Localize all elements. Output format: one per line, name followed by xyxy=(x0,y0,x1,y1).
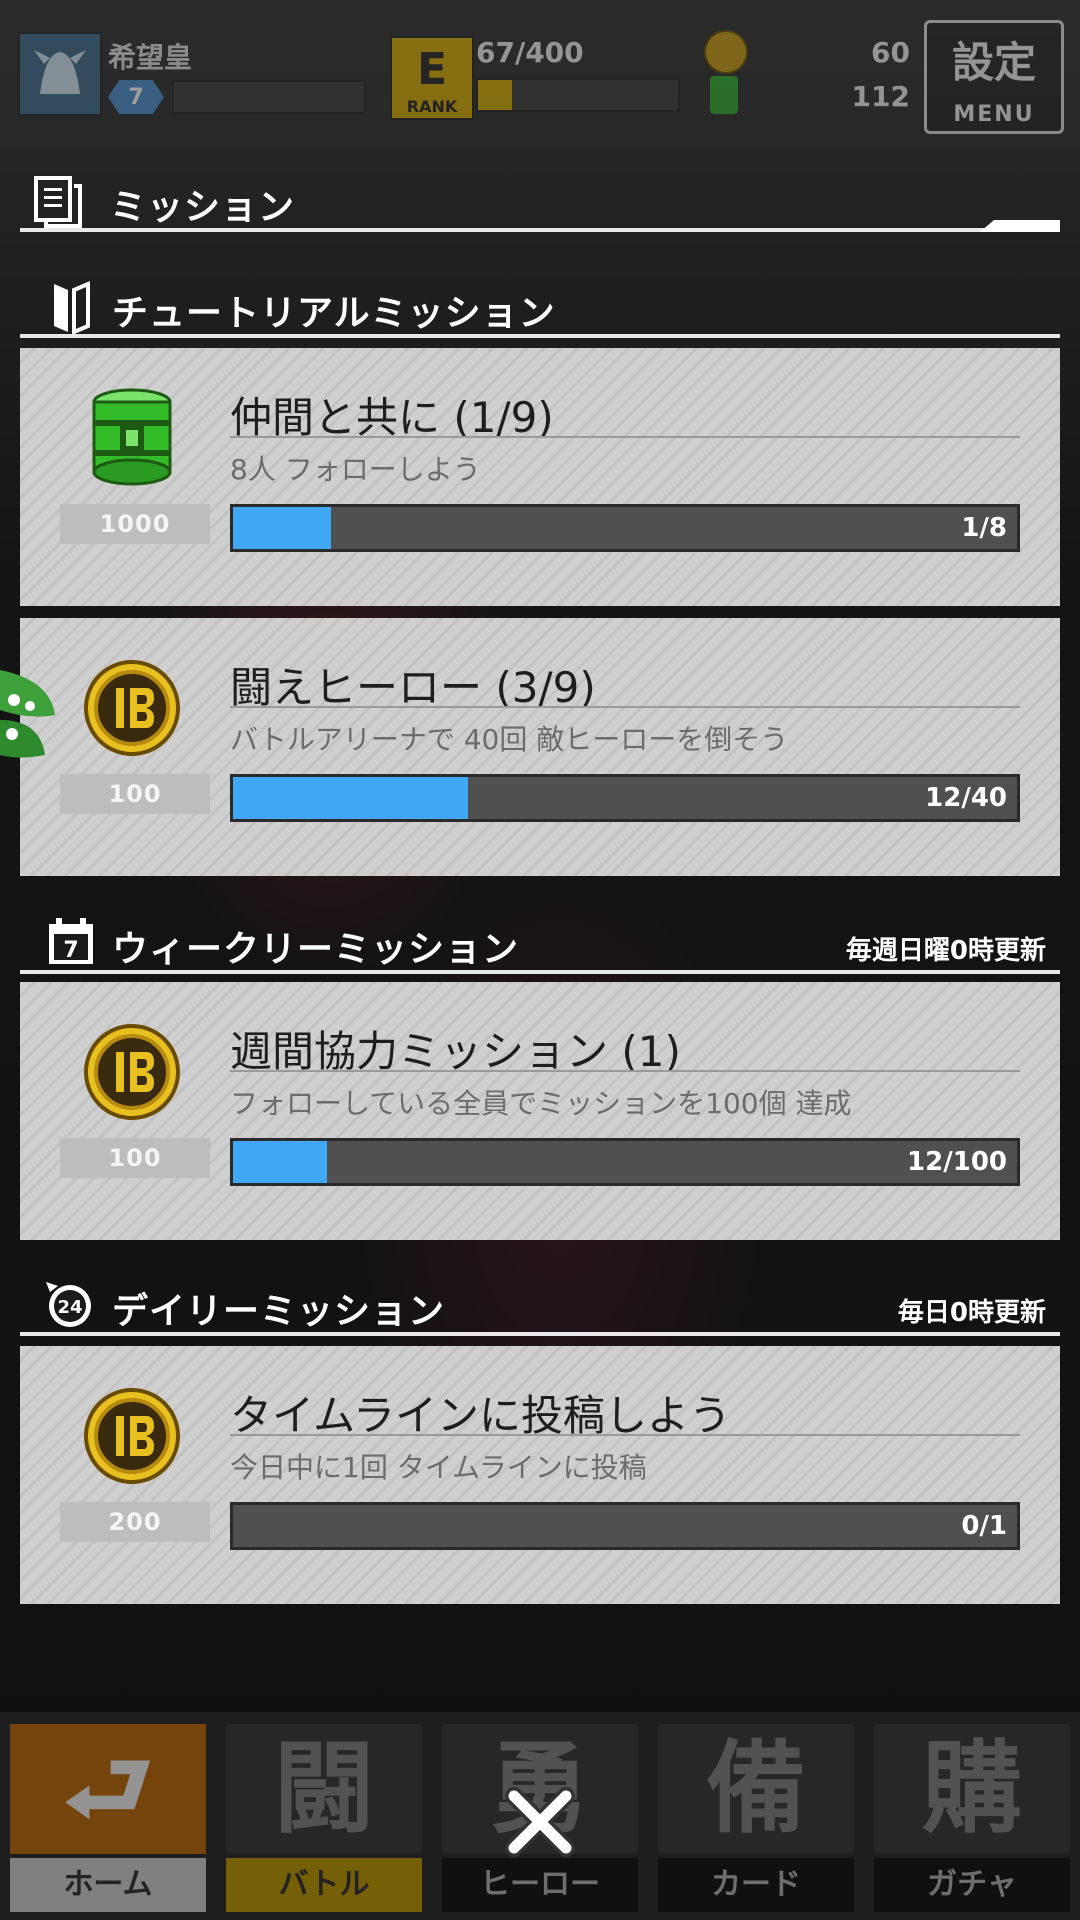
nav-home[interactable]: ⮐ ホーム xyxy=(0,1712,216,1920)
reward-amount: 200 xyxy=(60,1502,210,1542)
section-divider xyxy=(20,334,1060,338)
status-bar: 希望皇 7 E RANK 67/400 60 112 設定 MENU xyxy=(0,0,1080,148)
close-icon xyxy=(505,1787,575,1857)
green-can-icon xyxy=(710,76,738,114)
player-name: 希望皇 xyxy=(108,41,193,74)
level-badge: 7 xyxy=(108,80,164,114)
nav-label: ガチャ xyxy=(874,1858,1070,1912)
close-button[interactable] xyxy=(500,1782,580,1862)
hero-portrait-icon xyxy=(34,50,86,94)
progress-text: 12/40 xyxy=(925,783,1007,813)
mission-card[interactable]: 100 週間協力ミッション (1) フォローしている全員でミッションを100個 … xyxy=(20,982,1060,1240)
card-icon: 備 xyxy=(658,1724,854,1854)
rank-badge: E RANK xyxy=(390,36,474,120)
section-divider xyxy=(20,970,1060,974)
progress-text: 12/100 xyxy=(907,1147,1007,1177)
document-icon xyxy=(34,176,82,228)
mission-card[interactable]: 1000 仲間と共に (1/9) 8人 フォローしよう 1/8 xyxy=(20,348,1060,606)
gold-coin-icon xyxy=(82,1386,182,1486)
missions-title: ミッション xyxy=(110,187,296,228)
nav-label: バトル xyxy=(226,1858,422,1912)
header-divider xyxy=(20,228,1060,232)
reward-amount: 1000 xyxy=(60,504,210,544)
progress-fill xyxy=(233,1141,328,1183)
rank-label: RANK xyxy=(406,97,458,116)
mission-description: 今日中に1回 タイムラインに投稿 xyxy=(230,1451,647,1484)
title-underline xyxy=(230,706,1020,708)
missions-header: ミッション xyxy=(20,170,1060,236)
menu-button-label: 設定 xyxy=(951,38,1036,87)
progress-text: 1/8 xyxy=(961,513,1007,543)
calendar-icon: 7 xyxy=(49,918,93,964)
gold-coin-icon xyxy=(82,1022,182,1122)
progress-fill xyxy=(233,777,469,819)
mission-description: 8人 フォローしよう xyxy=(230,453,481,486)
mission-progress-bar: 1/8 xyxy=(230,504,1020,552)
title-underline xyxy=(230,1434,1020,1436)
progress-fill xyxy=(233,507,331,549)
xp-bar xyxy=(172,80,366,114)
daily-refresh-note: 毎日0時更新 xyxy=(897,1298,1046,1328)
mission-card[interactable]: 100 闘えヒーロー (3/9) バトルアリーナで 40回 敵ヒーローを倒そう … xyxy=(20,618,1060,876)
mission-description: バトルアリーナで 40回 敵ヒーローを倒そう xyxy=(230,723,789,756)
rank-letter: E xyxy=(416,44,448,95)
reward-amount: 100 xyxy=(60,1138,210,1178)
rank-progress-fill xyxy=(478,80,512,110)
leaf-decoration-icon xyxy=(0,670,55,758)
mission-progress-bar: 0/1 xyxy=(230,1502,1020,1550)
daily-section-title: デイリーミッション xyxy=(112,1291,446,1332)
weekly-section-header: 7 ウィークリーミッション 毎週日曜0時更新 xyxy=(20,912,1060,976)
mission-card[interactable]: 200 タイムラインに投稿しよう 今日中に1回 タイムラインに投稿 0/1 xyxy=(20,1346,1060,1604)
nav-battle[interactable]: 闘 バトル xyxy=(216,1712,432,1920)
reward-amount: 100 xyxy=(60,774,210,814)
nav-label: ホーム xyxy=(10,1858,206,1912)
tutorial-section-header: チュートリアルミッション xyxy=(20,276,1060,340)
nav-label: カード xyxy=(658,1858,854,1912)
calendar-day: 7 xyxy=(63,938,78,963)
title-underline xyxy=(230,1070,1020,1072)
weekly-section-title: ウィークリーミッション xyxy=(112,929,520,970)
mission-progress-bar: 12/40 xyxy=(230,774,1020,822)
gold-count: 60 xyxy=(871,36,910,69)
gold-coin-icon xyxy=(704,30,748,74)
nav-gacha[interactable]: 購 ガチャ xyxy=(864,1712,1080,1920)
header-accent xyxy=(980,220,1060,232)
gold-coin-icon xyxy=(82,658,182,758)
player-avatar xyxy=(18,32,102,116)
rank-progress-text: 67/400 xyxy=(476,36,584,69)
nav-card[interactable]: 備 カード xyxy=(648,1712,864,1920)
tutorial-section-title: チュートリアルミッション xyxy=(112,293,556,334)
clock-hours: 24 xyxy=(57,1297,82,1318)
title-underline xyxy=(230,436,1020,438)
weekly-refresh-note: 毎週日曜0時更新 xyxy=(845,936,1046,966)
green-count: 112 xyxy=(851,80,910,113)
home-icon: ⮐ xyxy=(10,1724,206,1854)
book-flag-icon xyxy=(54,280,90,334)
nav-label: ヒーロー xyxy=(442,1858,638,1912)
progress-text: 0/1 xyxy=(961,1511,1007,1541)
battle-icon: 闘 xyxy=(226,1724,422,1854)
settings-menu-button[interactable]: 設定 MENU xyxy=(924,20,1064,134)
daily-section-header: 24 デイリーミッション 毎日0時更新 xyxy=(20,1274,1060,1338)
rank-progress-bar xyxy=(476,78,680,112)
mission-progress-bar: 12/100 xyxy=(230,1138,1020,1186)
clock-24-icon: 24 xyxy=(46,1282,91,1327)
section-divider xyxy=(20,1332,1060,1336)
green-can-icon xyxy=(92,388,172,486)
menu-button-sublabel: MENU xyxy=(953,102,1035,127)
mission-description: フォローしている全員でミッションを100個 達成 xyxy=(230,1087,852,1120)
gacha-icon: 購 xyxy=(874,1724,1070,1854)
